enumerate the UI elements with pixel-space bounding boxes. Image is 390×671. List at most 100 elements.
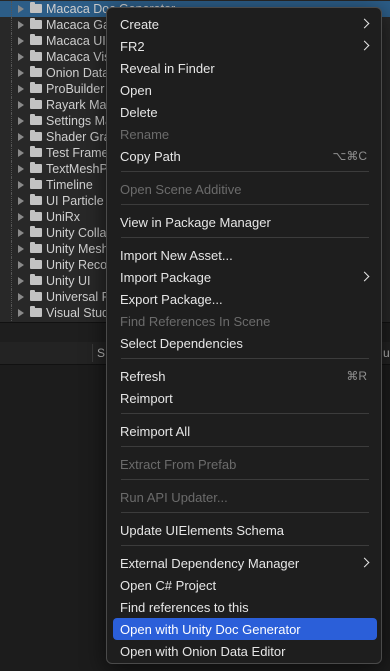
menu-item-label: Open Scene Additive: [120, 181, 242, 197]
menu-item-find-references-to-this[interactable]: Find references to this: [113, 596, 377, 618]
menu-separator: [121, 171, 369, 172]
expand-arrow-icon[interactable]: [18, 53, 24, 61]
shortcut-label: ⌘R: [346, 369, 367, 383]
tree-guide-line: [0, 241, 12, 257]
menu-item-label: Export Package...: [120, 291, 223, 307]
menu-item-open-with-unity-doc-generator[interactable]: Open with Unity Doc Generator: [113, 618, 377, 640]
expand-arrow-icon[interactable]: [18, 5, 24, 13]
menu-separator: [121, 479, 369, 480]
menu-separator: [121, 413, 369, 414]
expand-arrow-icon[interactable]: [18, 101, 24, 109]
expand-arrow-icon[interactable]: [18, 309, 24, 317]
folder-icon: [30, 162, 42, 173]
menu-item-copy-path[interactable]: Copy Path ⌥⌘C: [113, 145, 377, 167]
chevron-right-icon: [359, 18, 370, 29]
tree-folder-label: UI Particle: [46, 194, 104, 208]
menu-item-refresh[interactable]: Refresh ⌘R: [113, 365, 377, 387]
tree-guide-line: [0, 209, 12, 225]
tree-folder-label: UniRx: [46, 210, 81, 224]
expand-arrow-icon[interactable]: [18, 245, 24, 253]
menu-item-select-dependencies[interactable]: Select Dependencies: [113, 332, 377, 354]
menu-item-reimport[interactable]: Reimport: [113, 387, 377, 409]
menu-item-open-with-onion-data-editor[interactable]: Open with Onion Data Editor: [113, 640, 377, 662]
expand-arrow-icon[interactable]: [18, 133, 24, 141]
expand-arrow-icon[interactable]: [18, 229, 24, 237]
tree-guide-line: [0, 273, 12, 289]
tree-folder-label: ProBuilder: [46, 82, 105, 96]
chevron-right-icon: [359, 271, 370, 282]
expand-arrow-icon[interactable]: [18, 37, 24, 45]
expand-arrow-icon[interactable]: [18, 261, 24, 269]
tree-guide-line: [0, 193, 12, 209]
menu-item-import-new-asset[interactable]: Import New Asset...: [113, 244, 377, 266]
expand-arrow-icon[interactable]: [18, 197, 24, 205]
expand-arrow-icon[interactable]: [18, 69, 24, 77]
menu-item-label: Refresh: [120, 368, 166, 384]
context-menu: Create FR2 Reveal in Finder Open Delete …: [106, 7, 382, 664]
menu-item-label: Select Dependencies: [120, 335, 243, 351]
folder-icon: [30, 130, 42, 141]
menu-item-label: Delete: [120, 104, 158, 120]
tree-guide-line: [0, 161, 12, 177]
menu-item-rename: Rename: [113, 123, 377, 145]
tree-guide-line: [0, 65, 12, 81]
expand-arrow-icon[interactable]: [18, 293, 24, 301]
column-separator[interactable]: [92, 344, 93, 362]
menu-item-open-scene-additive: Open Scene Additive: [113, 178, 377, 200]
menu-item-reimport-all[interactable]: Reimport All: [113, 420, 377, 442]
tree-folder-label: Unity Mesh: [46, 242, 109, 256]
folder-icon: [30, 114, 42, 125]
menu-item-create[interactable]: Create: [113, 13, 377, 35]
menu-item-update-uielements-schema[interactable]: Update UIElements Schema: [113, 519, 377, 541]
tree-guide-line: [0, 225, 12, 241]
expand-arrow-icon[interactable]: [18, 277, 24, 285]
menu-item-label: Create: [120, 16, 160, 32]
menu-item-export-package[interactable]: Export Package...: [113, 288, 377, 310]
menu-item-label: Update UIElements Schema: [120, 522, 285, 538]
menu-item-extract-from-prefab: Extract From Prefab: [113, 453, 377, 475]
folder-icon: [30, 194, 42, 205]
folder-icon: [30, 50, 42, 61]
tree-guide-line: [0, 49, 12, 65]
column-header-label: S: [97, 346, 106, 360]
expand-arrow-icon[interactable]: [18, 117, 24, 125]
menu-item-label: Import New Asset...: [120, 247, 233, 263]
expand-arrow-icon[interactable]: [18, 181, 24, 189]
folder-icon: [30, 242, 42, 253]
menu-item-delete[interactable]: Delete: [113, 101, 377, 123]
folder-icon: [30, 66, 42, 77]
menu-item-external-dependency-manager[interactable]: External Dependency Manager: [113, 552, 377, 574]
menu-item-label: Open with Unity Doc Generator: [120, 621, 301, 637]
folder-icon: [30, 178, 42, 189]
menu-item-import-package[interactable]: Import Package: [113, 266, 377, 288]
expand-arrow-icon[interactable]: [18, 85, 24, 93]
menu-item-find-references-in-scene: Find References In Scene: [113, 310, 377, 332]
chevron-right-icon: [359, 40, 370, 51]
tree-folder-label: Timeline: [46, 178, 93, 192]
expand-arrow-icon[interactable]: [18, 21, 24, 29]
folder-icon: [30, 146, 42, 157]
menu-item-label: Rename: [120, 126, 170, 142]
menu-separator: [121, 446, 369, 447]
menu-item-reveal-in-finder[interactable]: Reveal in Finder: [113, 57, 377, 79]
expand-arrow-icon[interactable]: [18, 149, 24, 157]
menu-separator: [121, 237, 369, 238]
menu-item-fr2[interactable]: FR2: [113, 35, 377, 57]
folder-icon: [30, 98, 42, 109]
menu-item-label: Open C# Project: [120, 577, 217, 593]
menu-item-view-in-package-manager[interactable]: View in Package Manager: [113, 211, 377, 233]
menu-item-label: Run API Updater...: [120, 489, 228, 505]
expand-arrow-icon[interactable]: [18, 213, 24, 221]
menu-item-label: Copy Path: [120, 148, 181, 164]
tree-guide-line: [0, 113, 12, 129]
menu-item-label: Find references to this: [120, 599, 249, 615]
menu-separator: [121, 358, 369, 359]
menu-item-label: Reimport: [120, 390, 173, 406]
folder-icon: [30, 258, 42, 269]
menu-item-open[interactable]: Open: [113, 79, 377, 101]
tree-guide-line: [0, 81, 12, 97]
menu-item-label: Reveal in Finder: [120, 60, 215, 76]
tree-guide-line: [0, 129, 12, 145]
expand-arrow-icon[interactable]: [18, 165, 24, 173]
menu-item-open-csharp-project[interactable]: Open C# Project: [113, 574, 377, 596]
